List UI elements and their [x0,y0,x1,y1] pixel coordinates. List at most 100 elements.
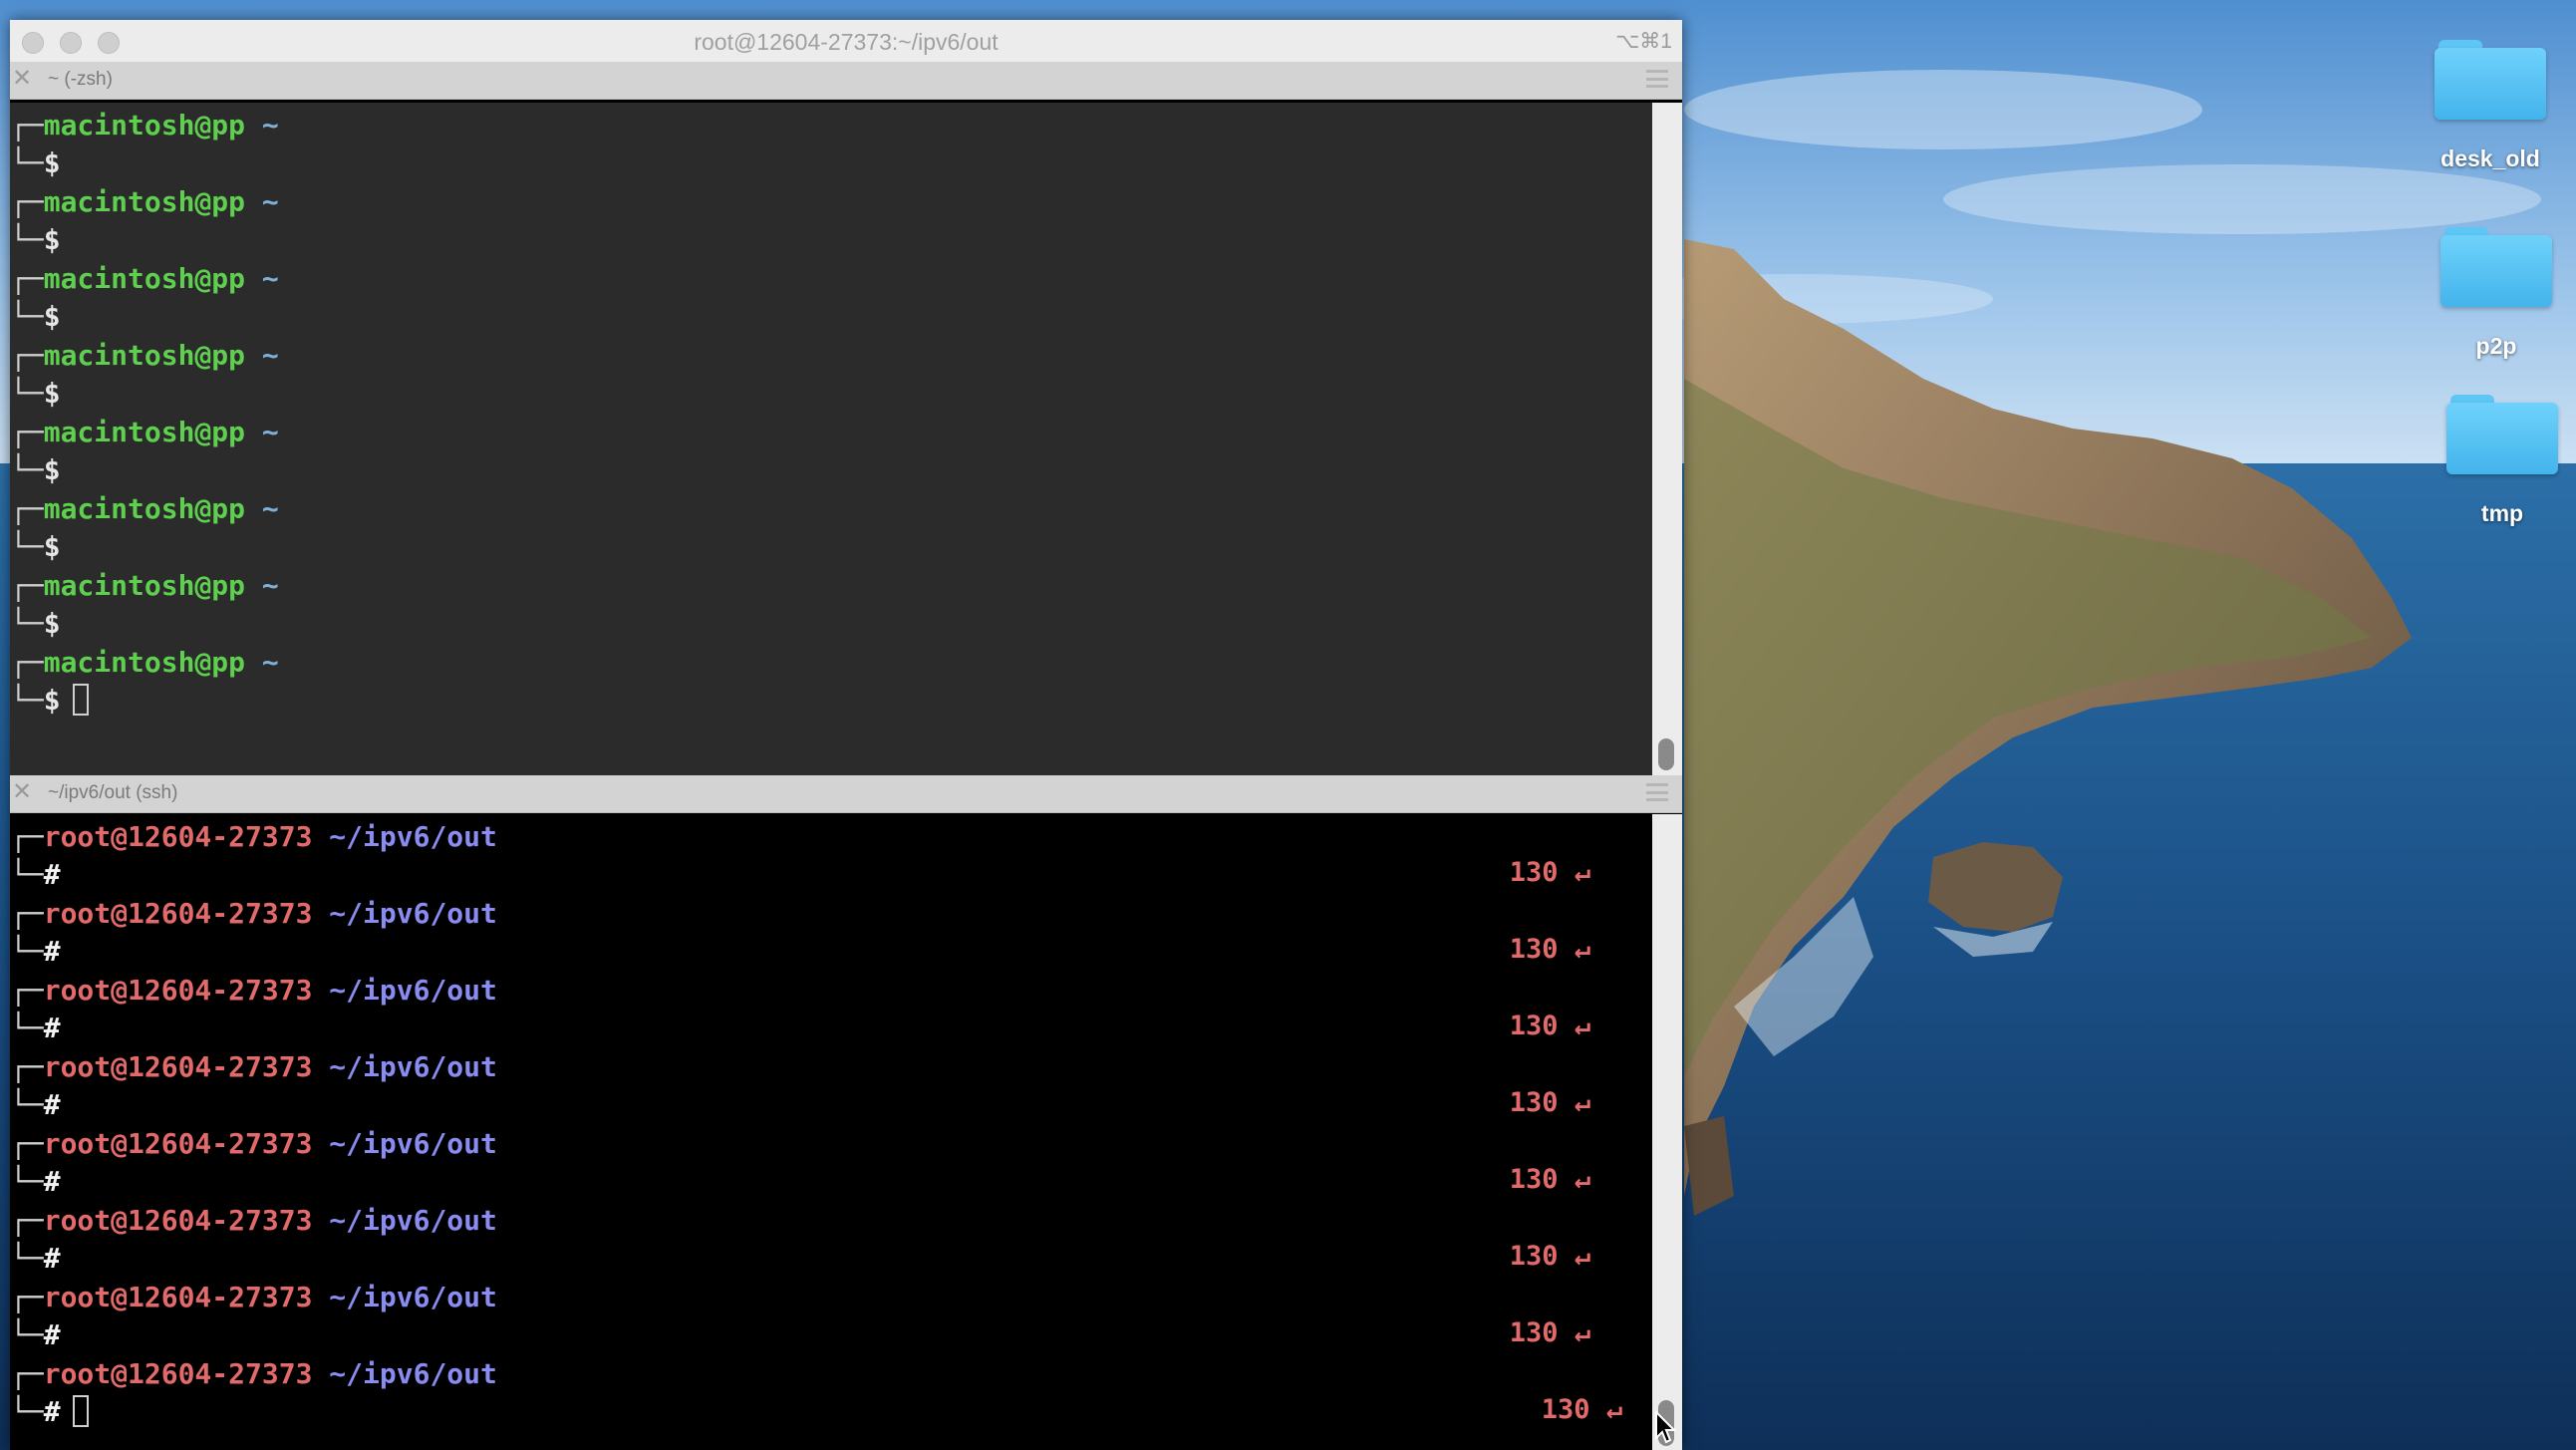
prompt-connector: ┌─ [10,185,44,218]
prompt-dir: ~ [261,262,279,295]
pane-menu-icon[interactable] [1646,70,1668,88]
prompt-user: root@12604-27373 [43,1281,313,1313]
exit-status: 130 ↵ [1541,1394,1622,1425]
close-pane-icon[interactable]: ✕ [12,779,32,805]
prompt-symbol: # [43,1242,61,1275]
prompt-connector: ┌─ [10,897,44,930]
prompt-dir: ~/ipv6/out [329,1050,497,1083]
prompt-connector: └─ [10,684,44,717]
prompt-connector: ┌─ [10,339,44,372]
prompt-dir: ~/ipv6/out [329,1127,497,1160]
command-line: └─# [10,857,61,893]
exit-status: 130 ↵ [1509,934,1590,965]
prompt-symbol: $ [43,377,61,410]
prompt-line: ┌─root@12604-27373 ~/ipv6/out [10,1356,497,1392]
command-line: └─# [10,1087,61,1123]
terminal-pane-ssh[interactable]: ┌─root@12604-27373 ~/ipv6/out └─# 130 ↵ ┌─r… [10,814,1652,1450]
window-shortcut: ⌥⌘1 [1615,30,1672,53]
prompt-symbol: # [43,1165,61,1198]
prompt-symbol: $ [43,607,61,640]
prompt-line: ┌─macintosh@pp ~ [10,338,279,374]
prompt-line: ┌─macintosh@pp ~ [10,491,279,527]
prompt-connector: └─ [10,1012,44,1044]
pane-menu-icon[interactable] [1646,783,1668,801]
prompt-line: ┌─root@12604-27373 ~/ipv6/out [10,1126,497,1162]
prompt-connector: ┌─ [10,1050,44,1083]
prompt-user: root@12604-27373 [43,820,313,853]
prompt-dir: ~ [261,646,279,679]
command-line: └─# [10,1164,61,1200]
prompt-connector: ┌─ [10,262,44,295]
command-line: └─$ [10,376,61,412]
prompt-user: root@12604-27373 [43,1127,313,1160]
close-pane-icon[interactable]: ✕ [12,66,32,92]
prompt-symbol: $ [43,146,61,179]
prompt-connector: └─ [10,1165,44,1198]
prompt-connector: ┌─ [10,974,44,1007]
prompt-symbol: $ [43,453,61,486]
prompt-user: root@12604-27373 [43,1357,313,1390]
prompt-symbol: $ [43,684,61,717]
prompt-connector: ┌─ [10,646,44,679]
prompt-line: ┌─macintosh@pp ~ [10,184,279,220]
prompt-user: macintosh@pp [43,339,246,372]
prompt-line: ┌─macintosh@pp ~ [10,645,279,681]
command-line: └─$ [10,529,61,565]
command-line: └─$ [10,299,61,335]
desktop-icon-label: desk_old [2440,145,2540,171]
prompt-connector: └─ [10,607,44,640]
desktop-icon-desk-old[interactable]: desk_old [2396,40,2576,172]
prompt-dir: ~ [261,185,279,218]
prompt-dir: ~/ipv6/out [329,897,497,930]
prompt-dir: ~ [261,339,279,372]
exit-status: 130 ↵ [1509,1317,1590,1348]
exit-status: 130 ↵ [1509,1164,1590,1195]
prompt-connector: ┌─ [10,416,44,448]
command-line: └─$ [10,222,61,258]
prompt-connector: └─ [10,530,44,563]
prompt-connector: └─ [10,858,44,891]
prompt-line: ┌─root@12604-27373 ~/ipv6/out [10,896,497,932]
pane-label: ~/ipv6/out (ssh) [48,782,178,803]
prompt-dir: ~ [261,569,279,602]
desktop-icon-p2p[interactable]: p2p [2402,227,2576,360]
prompt-line: ┌─macintosh@pp ~ [10,415,279,450]
window-titlebar[interactable]: root@12604-27373:~/ipv6/out ⌥⌘1 [10,20,1682,63]
prompt-line: ┌─root@12604-27373 ~/ipv6/out [10,819,497,855]
prompt-connector: └─ [10,1318,44,1351]
prompt-line: ┌─root@12604-27373 ~/ipv6/out [10,973,497,1009]
prompt-symbol: # [43,1318,61,1351]
prompt-connector: └─ [10,146,44,179]
prompt-dir: ~/ipv6/out [329,974,497,1007]
prompt-symbol: # [43,858,61,891]
terminal-window[interactable]: root@12604-27373:~/ipv6/out ⌥⌘1 ✕ ~ (-zs… [10,20,1682,1450]
prompt-symbol: # [43,1088,61,1121]
prompt-dir: ~ [261,492,279,525]
prompt-connector: └─ [10,377,44,410]
terminal-pane-zsh[interactable]: ┌─macintosh@pp ~ └─$ ┌─macintosh@pp ~ └─$ ┌─… [10,103,1652,775]
command-line: └─# [10,1317,61,1353]
command-line: └─# [10,1394,89,1430]
prompt-symbol: # [43,1012,61,1044]
prompt-connector: ┌─ [10,492,44,525]
prompt-dir: ~/ipv6/out [329,820,497,853]
desktop-icon-tmp[interactable]: tmp [2408,395,2576,527]
prompt-line: ┌─root@12604-27373 ~/ipv6/out [10,1049,497,1085]
prompt-symbol: # [43,1395,61,1428]
command-line: └─# [10,934,61,970]
window-title: root@12604-27373:~/ipv6/out [694,29,999,55]
prompt-user: macintosh@pp [43,569,246,602]
prompt-line: ┌─macintosh@pp ~ [10,568,279,604]
folder-icon [2434,40,2546,120]
prompt-user: macintosh@pp [43,185,246,218]
prompt-line: ┌─macintosh@pp ~ [10,261,279,297]
prompt-line: ┌─root@12604-27373 ~/ipv6/out [10,1280,497,1315]
prompt-connector: └─ [10,1088,44,1121]
prompt-symbol: # [43,935,61,968]
prompt-user: macintosh@pp [43,416,246,448]
exit-status: 130 ↵ [1509,1241,1590,1272]
scrollbar-ssh[interactable] [1652,814,1682,1450]
scrollbar-thumb[interactable] [1658,738,1674,770]
exit-status: 130 ↵ [1509,1011,1590,1041]
scrollbar-zsh[interactable] [1652,103,1682,775]
